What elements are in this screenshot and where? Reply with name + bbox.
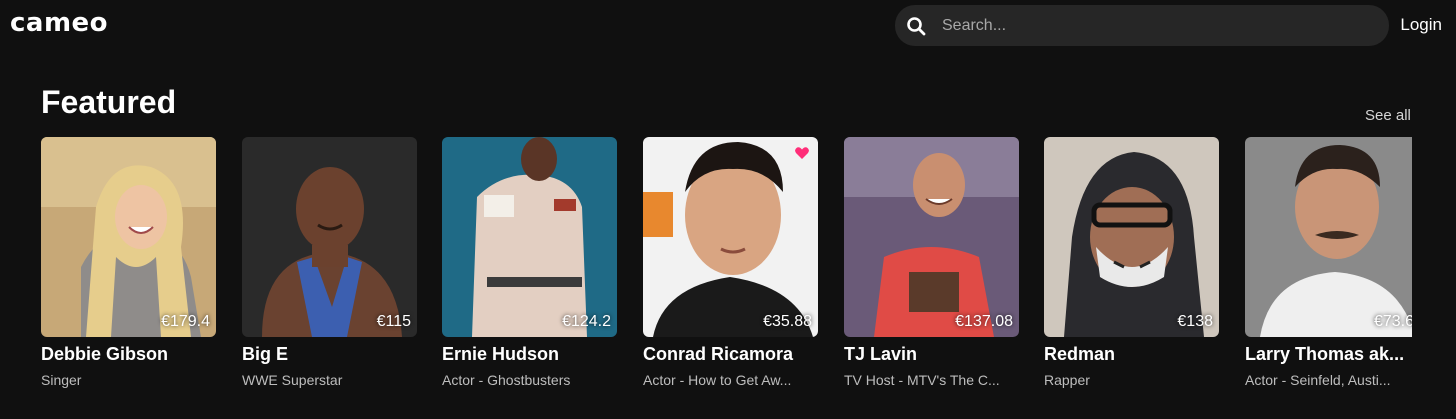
talent-photo: €115 [242,137,417,337]
talent-card[interactable]: €73.6 Larry Thomas ak... Actor - Seinfel… [1245,137,1412,407]
talent-card[interactable]: €115 Big E WWE Superstar [242,137,417,407]
talent-name[interactable]: Debbie Gibson [41,344,216,365]
talent-card[interactable]: €137.08 TJ Lavin TV Host - MTV's The C..… [844,137,1019,407]
section-title-featured: Featured [41,84,177,120]
price-label: €124.2 [562,313,611,330]
talent-name[interactable]: Ernie Hudson [442,344,617,365]
talent-photo: €73.6 [1245,137,1412,337]
talent-name[interactable]: Conrad Ricamora [643,344,818,365]
talent-category: Actor - Ghostbusters [442,372,571,388]
talent-name[interactable]: TJ Lavin [844,344,1019,365]
price-label: €115 [376,313,411,330]
search-input[interactable] [942,16,1389,35]
talent-name[interactable]: Larry Thomas ak... [1245,344,1412,365]
talent-category: Rapper [1044,372,1090,388]
price-label: €138 [1177,313,1213,330]
talent-card[interactable]: €35.88 Conrad Ricamora Actor - How to Ge… [643,137,818,407]
price-label: €35.88 [763,313,812,330]
talent-photo: €124.2 [442,137,617,337]
featured-carousel[interactable]: €179.4 Debbie Gibson Singer €115 Big E W… [41,137,1412,407]
price-label: €137.08 [955,313,1013,330]
talent-category: Actor - How to Get Aw... [643,372,792,388]
see-all-link[interactable]: See all [1365,107,1411,124]
talent-category: WWE Superstar [242,372,343,388]
cameo-logo[interactable]: cameo [10,8,108,38]
price-label: €73.6 [1373,313,1412,330]
talent-category: Actor - Seinfeld, Austi... [1245,372,1391,388]
search-bar[interactable] [895,5,1389,46]
talent-photo: €138 [1044,137,1219,337]
talent-category: TV Host - MTV's The C... [844,372,1000,388]
talent-photo: €137.08 [844,137,1019,337]
talent-photo: €35.88 [643,137,818,337]
search-icon [906,16,926,36]
login-link[interactable]: Login [1400,15,1442,35]
talent-card[interactable]: €179.4 Debbie Gibson Singer [41,137,216,407]
talent-name[interactable]: Redman [1044,344,1219,365]
heart-icon[interactable] [794,145,810,161]
talent-name[interactable]: Big E [242,344,417,365]
talent-card[interactable]: €124.2 Ernie Hudson Actor - Ghostbusters [442,137,617,407]
talent-category: Singer [41,372,82,388]
price-label: €179.4 [161,313,210,330]
talent-card[interactable]: €138 Redman Rapper [1044,137,1219,407]
talent-photo: €179.4 [41,137,216,337]
